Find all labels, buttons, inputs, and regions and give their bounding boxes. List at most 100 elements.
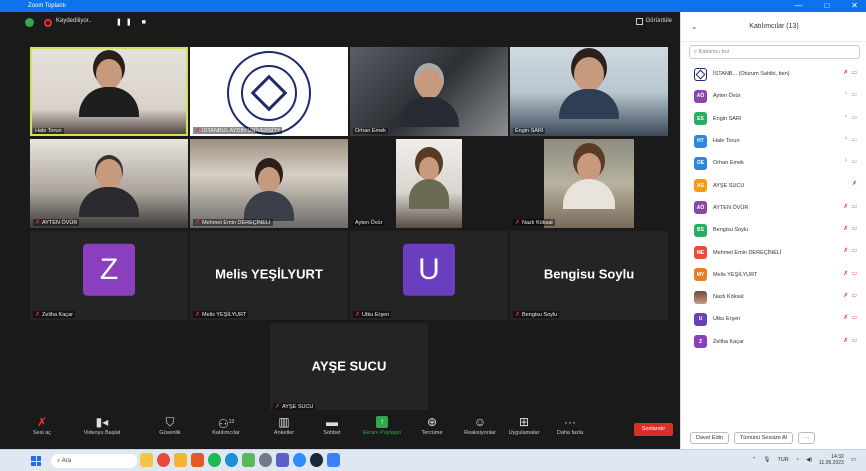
chrome-icon[interactable]	[157, 453, 170, 467]
recording-icon	[44, 19, 52, 27]
video-tile[interactable]: ✗ İSTANBUL AYDIN UNİVERSİTY	[190, 47, 348, 136]
mic-muted-icon: ✗	[843, 70, 849, 76]
tile-name-label: ✗ Mehmet Emin DEREÇİNELİ	[193, 219, 273, 226]
wifi-icon[interactable]: ◔	[796, 457, 799, 463]
tile-name-label: ✗ Nazlı Köksal	[513, 219, 555, 226]
avatar: Z	[694, 335, 707, 349]
window-title: Zoom Toplantı	[28, 3, 66, 9]
explorer-icon[interactable]	[174, 453, 187, 467]
recording-controls[interactable]: ❚❚ ■	[116, 18, 150, 26]
panel-title: Katılımcılar (13)	[749, 23, 799, 30]
participant-row[interactable]: ME Mehmet Emin DEREÇİNELİ ✗ ▭	[681, 241, 866, 263]
gear-icon[interactable]	[259, 453, 272, 467]
video-tile[interactable]: ✗ Mehmet Emin DEREÇİNELİ	[190, 139, 348, 228]
avatar	[694, 290, 707, 304]
video-tile[interactable]: ✗ AYTEN ÖVÜR	[30, 139, 188, 228]
mic-muted-icon: ✗	[843, 203, 849, 210]
chevron-down-icon[interactable]: ⌄	[691, 22, 698, 31]
participant-row[interactable]: U Utku Erşen ✗ ▭	[681, 308, 866, 330]
participant-search-input[interactable]: ⌕ Katılımcı bul	[689, 45, 860, 59]
clock[interactable]: 14:32 11.05.2023	[819, 454, 844, 466]
participants-panel: ⌄ Katılımcılar (13) ⌕ Katılımcı bul İSTA…	[680, 12, 866, 449]
video-off-icon: ▭	[851, 270, 857, 277]
video-tile[interactable]: Bengisu Soylu ✗ Bengisu Soylu	[510, 231, 668, 320]
participant-row[interactable]: OE Orhan Emek ♀ ▭	[681, 152, 866, 174]
video-tile[interactable]: Ayten Övür	[350, 139, 508, 228]
participant-video	[559, 57, 619, 119]
spotify-icon[interactable]	[208, 453, 221, 467]
steam-icon[interactable]	[310, 453, 323, 467]
widgets-icon[interactable]	[140, 453, 153, 467]
participant-row[interactable]: AÖ AYTEN ÖVÜR ✗ ▭	[681, 197, 866, 219]
store-icon[interactable]	[242, 453, 255, 467]
avatar: U	[694, 312, 707, 326]
mic-icon[interactable]: 🎙	[763, 457, 770, 463]
avatar: AÖ	[694, 89, 707, 103]
language-indicator[interactable]: TUR	[777, 457, 788, 463]
invite-button[interactable]: Davet Edin	[690, 432, 729, 444]
chevron-up-icon[interactable]: ⌃	[752, 457, 757, 463]
participant-row[interactable]: Nazlı Köksal ✗ ▭	[681, 286, 866, 308]
security-button[interactable]: ⛉ Güvenlik	[140, 414, 200, 436]
avatar: OE	[694, 156, 707, 170]
notification-icon[interactable]: ▭	[851, 457, 856, 463]
video-tile[interactable]: Melis YEŞİLYURT ✗ Melis YEŞİLYURT	[190, 231, 348, 320]
office-icon[interactable]	[191, 453, 204, 467]
recording-status: Kaydediliyor..	[56, 18, 92, 24]
video-tile[interactable]: AYŞE SUCU ✗ AYŞE SUCU	[270, 323, 428, 412]
participant-row[interactable]: AS AYŞE SUCU ✗	[681, 174, 866, 196]
meeting-toolbar: ✗ Sesi aç ▮◂ Videoyu Başlat ⛉ Güvenlik ⚇…	[0, 410, 680, 449]
teams-icon[interactable]	[276, 453, 289, 467]
avatar: AÖ	[694, 201, 707, 215]
participant-row[interactable]: MY Melis YEŞİLYURT ✗ ▭	[681, 264, 866, 286]
video-off-icon: ▭	[851, 226, 857, 233]
edge-icon[interactable]	[225, 453, 238, 467]
video-tile[interactable]: Hale Torun	[30, 47, 188, 136]
video-off-icon: ▮◂	[95, 415, 109, 429]
participant-video	[79, 59, 139, 117]
participants-button[interactable]: ⚇13 Katılımcılar	[196, 414, 256, 436]
participant-row[interactable]: BS Bengisu Soylu ✗ ▭	[681, 219, 866, 241]
video-tile[interactable]: Orhan Emek	[350, 47, 508, 136]
participant-row[interactable]: HT Hale Torun ♀ ▭	[681, 130, 866, 152]
start-video-button[interactable]: ▮◂ Videoyu Başlat	[72, 414, 132, 436]
participant-row[interactable]: İSTANB... (Oturum Sahibi, ben) ✗ ▭	[681, 63, 866, 85]
more-button[interactable]: ··· Daha fazla	[540, 414, 600, 436]
participant-row[interactable]: ES Engin SARI ♀ ▭	[681, 108, 866, 130]
video-icon: ▭	[851, 159, 857, 166]
window-titlebar: Zoom Toplantı — □ ✕	[0, 0, 866, 12]
participant-status-icons: ✗ ▭	[843, 247, 857, 254]
start-button[interactable]	[31, 456, 41, 466]
minimize-button[interactable]: —	[794, 0, 802, 12]
participant-row[interactable]: AÖ Ayten Övür ♀ ▭	[681, 85, 866, 107]
avatar-initial: U	[403, 243, 455, 296]
share-screen-icon: ↑	[376, 416, 388, 428]
unmute-button[interactable]: ✗ Sesi aç	[12, 414, 72, 436]
avatar	[694, 67, 707, 81]
app-icon[interactable]	[327, 453, 340, 467]
video-icon: ▭	[851, 92, 857, 99]
end-meeting-button[interactable]: Sonlandır	[634, 423, 673, 436]
participant-name: AYTEN ÖVÜR	[713, 204, 749, 211]
mute-all-button[interactable]: Tümünü Sessize Al	[733, 432, 793, 444]
avatar: MY	[694, 268, 707, 282]
participant-status-icons: ✗ ▭	[843, 314, 857, 321]
view-button[interactable]: Görüntüle	[635, 18, 672, 25]
video-tile[interactable]: Z ✗ Zeliha Kaçar	[30, 231, 188, 320]
video-tile[interactable]: ✗ Nazlı Köksal	[510, 139, 668, 228]
volume-icon[interactable]: ◀)	[806, 457, 812, 463]
video-tile[interactable]: U ✗ Utku Erşen	[350, 231, 508, 320]
zoom-icon[interactable]	[293, 453, 306, 467]
maximize-button[interactable]: □	[824, 0, 829, 12]
security-shield-icon[interactable]	[25, 18, 34, 27]
participant-row[interactable]: Z Zeliha Kaçar ✗ ▭	[681, 331, 866, 353]
video-icon: ▭	[851, 114, 857, 121]
participant-list: İSTANB... (Oturum Sahibi, ben) ✗ ▭ AÖ Ayten …	[681, 63, 866, 353]
video-tile[interactable]: Engin SARI	[510, 47, 668, 136]
panel-more-button[interactable]: ···	[797, 432, 816, 444]
taskbar-search[interactable]: ⌕ Ara	[51, 454, 137, 468]
close-button[interactable]: ✕	[851, 0, 858, 12]
video-off-icon: ▭	[851, 337, 857, 344]
mic-muted-icon: ✗	[35, 312, 41, 318]
view-button-label: Görüntüle	[645, 18, 672, 24]
